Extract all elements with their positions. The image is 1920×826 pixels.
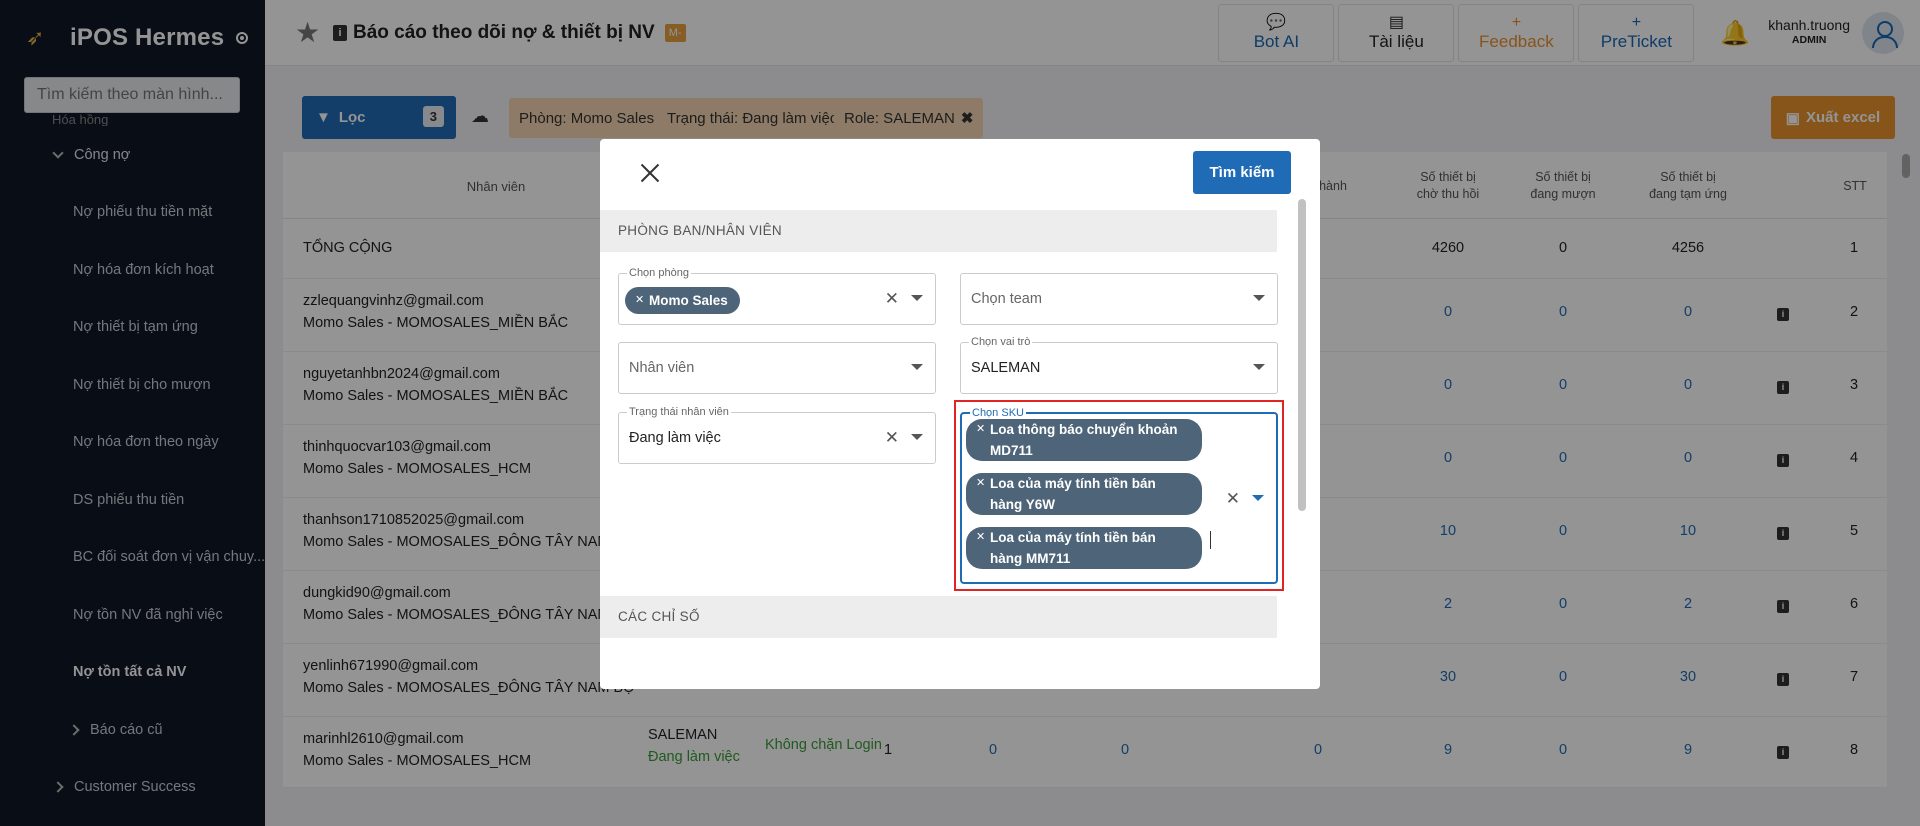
search-button[interactable]: Tìm kiếm xyxy=(1193,151,1291,194)
close-icon[interactable] xyxy=(638,161,662,185)
field-label: Trạng thái nhân viên xyxy=(627,405,731,419)
sku-tag[interactable]: ✕ Loa thông báo chuyển khoản MD711 xyxy=(966,419,1202,461)
field-value: Đang làm việc xyxy=(629,430,721,446)
section-dept-employee: PHÒNG BAN/NHÂN VIÊN xyxy=(600,210,1277,252)
chevron-down-icon[interactable] xyxy=(911,295,923,301)
tag-label: Momo Sales xyxy=(649,293,728,308)
tag-label: hàng MM711 xyxy=(990,551,1071,566)
tag-label: Loa của máy tính tiền bán xyxy=(990,530,1156,545)
chevron-down-icon[interactable] xyxy=(1253,364,1265,370)
field-label: Chọn vai trò xyxy=(969,335,1033,349)
sku-select[interactable]: Chọn SKU ✕ Loa thông báo chuyển khoản MD7… xyxy=(960,406,1278,584)
chevron-down-icon[interactable] xyxy=(911,434,923,440)
field-label: Chọn phòng xyxy=(627,266,691,280)
sku-tag[interactable]: ✕ Loa của máy tính tiền bán hàng MM711 xyxy=(966,527,1202,569)
tag-label: Loa của máy tính tiền bán xyxy=(990,476,1156,491)
employee-status-select[interactable]: Trạng thái nhân viên Đang làm việc ✕ xyxy=(618,405,936,464)
employee-select[interactable]: Nhân viên xyxy=(618,342,936,394)
clear-icon[interactable]: ✕ xyxy=(1226,489,1240,509)
close-icon[interactable]: ✕ xyxy=(635,287,644,314)
field-placeholder: Chọn team xyxy=(971,291,1042,307)
filter-modal: Tìm kiếm PHÒNG BAN/NHÂN VIÊN Chọn phòng … xyxy=(600,139,1320,689)
clear-icon[interactable]: ✕ xyxy=(885,289,899,309)
modal-scrollbar[interactable] xyxy=(1298,199,1306,511)
section-metrics: CÁC CHỈ SỐ xyxy=(600,596,1277,638)
tag-label: MD711 xyxy=(990,443,1033,458)
field-label: Chọn SKU xyxy=(970,406,1026,420)
close-icon[interactable]: ✕ xyxy=(976,527,985,548)
team-select[interactable]: Chọn team xyxy=(960,273,1278,325)
chevron-down-icon[interactable] xyxy=(1252,495,1264,501)
field-placeholder: Nhân viên xyxy=(629,360,695,376)
dept-tag[interactable]: ✕ Momo Sales xyxy=(625,287,740,314)
close-icon[interactable]: ✕ xyxy=(976,419,985,440)
close-icon[interactable]: ✕ xyxy=(976,473,985,494)
tag-label: Loa thông báo chuyển khoản xyxy=(990,422,1178,437)
sku-tag[interactable]: ✕ Loa của máy tính tiền bán hàng Y6W xyxy=(966,473,1202,515)
dept-select[interactable]: Chọn phòng ✕ Momo Sales ✕ xyxy=(618,266,936,325)
clear-icon[interactable]: ✕ xyxy=(885,428,899,448)
tag-label: hàng Y6W xyxy=(990,497,1056,512)
field-value: SALEMAN xyxy=(971,360,1041,376)
chevron-down-icon[interactable] xyxy=(911,364,923,370)
chevron-down-icon[interactable] xyxy=(1253,295,1265,301)
text-cursor xyxy=(1210,531,1211,549)
app-root: ➶ iPOS Hermes Hóa hồng Công nợ Nợ phiếu … xyxy=(0,0,1920,826)
role-select[interactable]: Chọn vai trò SALEMAN xyxy=(960,335,1278,394)
